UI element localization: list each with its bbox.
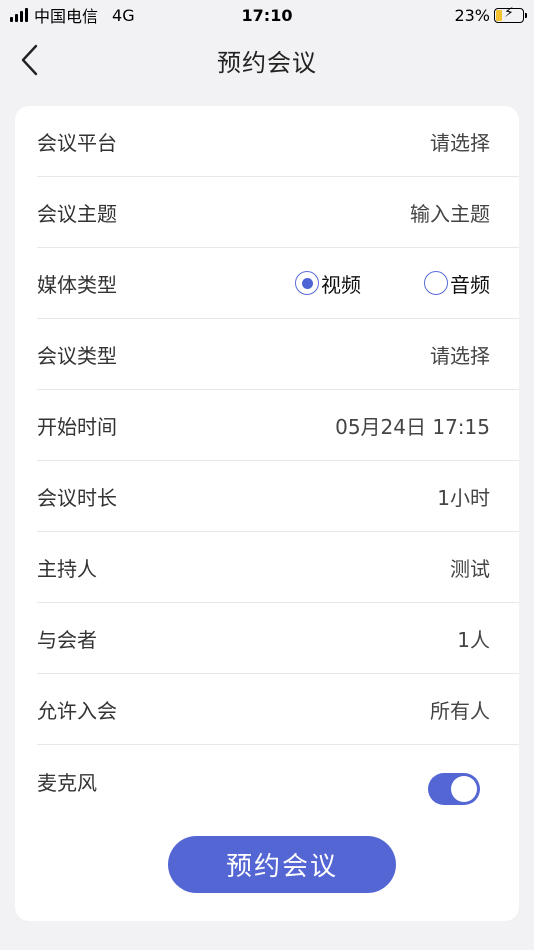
allow-join-label: 允许入会 bbox=[37, 698, 117, 723]
duration-label: 会议时长 bbox=[37, 485, 117, 510]
chevron-left-icon bbox=[21, 44, 38, 76]
battery-icon: ⚡ bbox=[494, 4, 527, 23]
microphone-toggle[interactable] bbox=[428, 773, 480, 805]
media-type-label: 媒体类型 bbox=[37, 272, 117, 297]
back-button[interactable] bbox=[12, 42, 48, 78]
charging-bolt-icon: ⚡ bbox=[504, 4, 514, 21]
platform-label: 会议平台 bbox=[37, 130, 117, 155]
duration-value[interactable]: 1小时 bbox=[437, 482, 490, 511]
nav-bar: 预约会议 bbox=[0, 30, 534, 90]
microphone-row: 麦克风 bbox=[37, 745, 519, 816]
battery-cap bbox=[525, 12, 527, 18]
host-row[interactable]: 主持人 测试 bbox=[37, 532, 519, 603]
start-time-label: 开始时间 bbox=[37, 414, 117, 439]
page-title: 预约会议 bbox=[217, 48, 317, 77]
allow-join-row[interactable]: 允许入会 所有人 bbox=[37, 674, 519, 745]
network-type: 4G bbox=[112, 5, 135, 25]
media-audio-label: 音频 bbox=[450, 272, 490, 297]
allow-join-value[interactable]: 所有人 bbox=[430, 695, 490, 724]
meeting-type-value[interactable]: 请选择 bbox=[430, 340, 490, 369]
media-video-radio[interactable]: 视频 bbox=[295, 269, 361, 298]
topic-input[interactable]: 输入主题 bbox=[410, 198, 490, 227]
participants-value[interactable]: 1人 bbox=[457, 624, 490, 653]
radio-selected-icon bbox=[295, 271, 319, 295]
participants-label: 与会者 bbox=[37, 627, 97, 652]
signal-icon bbox=[10, 8, 28, 22]
topic-row[interactable]: 会议主题 输入主题 bbox=[37, 177, 519, 248]
meeting-type-label: 会议类型 bbox=[37, 343, 117, 368]
radio-unselected-icon bbox=[424, 271, 448, 295]
media-video-label: 视频 bbox=[321, 272, 361, 297]
host-label: 主持人 bbox=[37, 556, 97, 581]
media-audio-radio[interactable]: 音频 bbox=[424, 269, 490, 298]
status-bar: 中国电信 4G 17:10 23% ⚡ bbox=[0, 0, 534, 30]
status-right: 23% ⚡ bbox=[454, 4, 527, 25]
book-meeting-button[interactable]: 预约会议 bbox=[168, 836, 396, 893]
status-left: 中国电信 4G bbox=[10, 3, 135, 27]
platform-value[interactable]: 请选择 bbox=[430, 127, 490, 156]
toggle-knob bbox=[451, 776, 477, 802]
participants-row[interactable]: 与会者 1人 bbox=[37, 603, 519, 674]
meeting-form-card: 会议平台 请选择 会议主题 输入主题 媒体类型 视频 音频 会议类型 请选择 开… bbox=[15, 106, 519, 921]
duration-row[interactable]: 会议时长 1小时 bbox=[37, 461, 519, 532]
battery-percent: 23% bbox=[454, 5, 490, 25]
battery-fill bbox=[496, 9, 502, 21]
media-type-row: 媒体类型 视频 音频 bbox=[37, 248, 519, 319]
platform-row[interactable]: 会议平台 请选择 bbox=[37, 106, 519, 177]
microphone-label: 麦克风 bbox=[37, 771, 97, 795]
carrier-name: 中国电信 bbox=[34, 7, 99, 26]
start-time-row[interactable]: 开始时间 05月24日 17:15 bbox=[37, 390, 519, 461]
topic-label: 会议主题 bbox=[37, 201, 117, 226]
start-time-value[interactable]: 05月24日 17:15 bbox=[335, 411, 490, 440]
media-type-radio-group: 视频 音频 bbox=[295, 269, 490, 298]
meeting-type-row[interactable]: 会议类型 请选择 bbox=[37, 319, 519, 390]
host-value[interactable]: 测试 bbox=[450, 553, 490, 582]
